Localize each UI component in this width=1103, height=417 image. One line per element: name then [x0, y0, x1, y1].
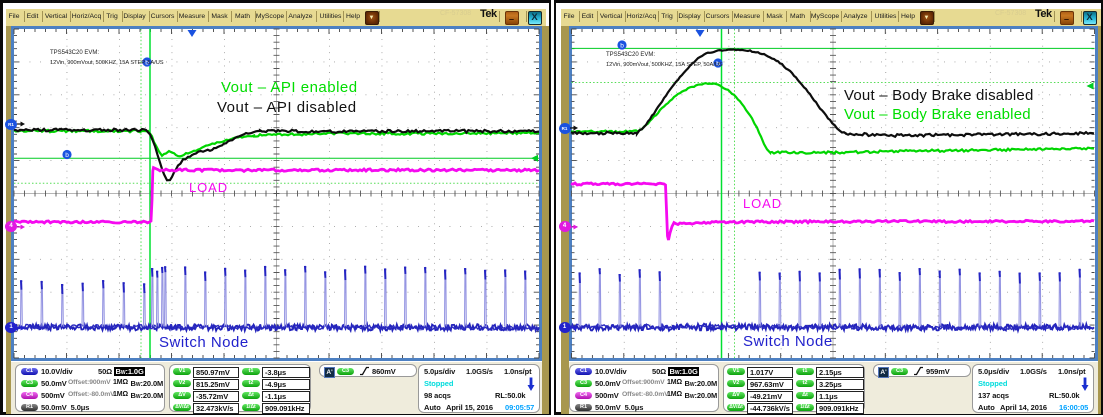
svg-text:b: b — [65, 152, 69, 159]
svg-text:b: b — [620, 42, 624, 49]
